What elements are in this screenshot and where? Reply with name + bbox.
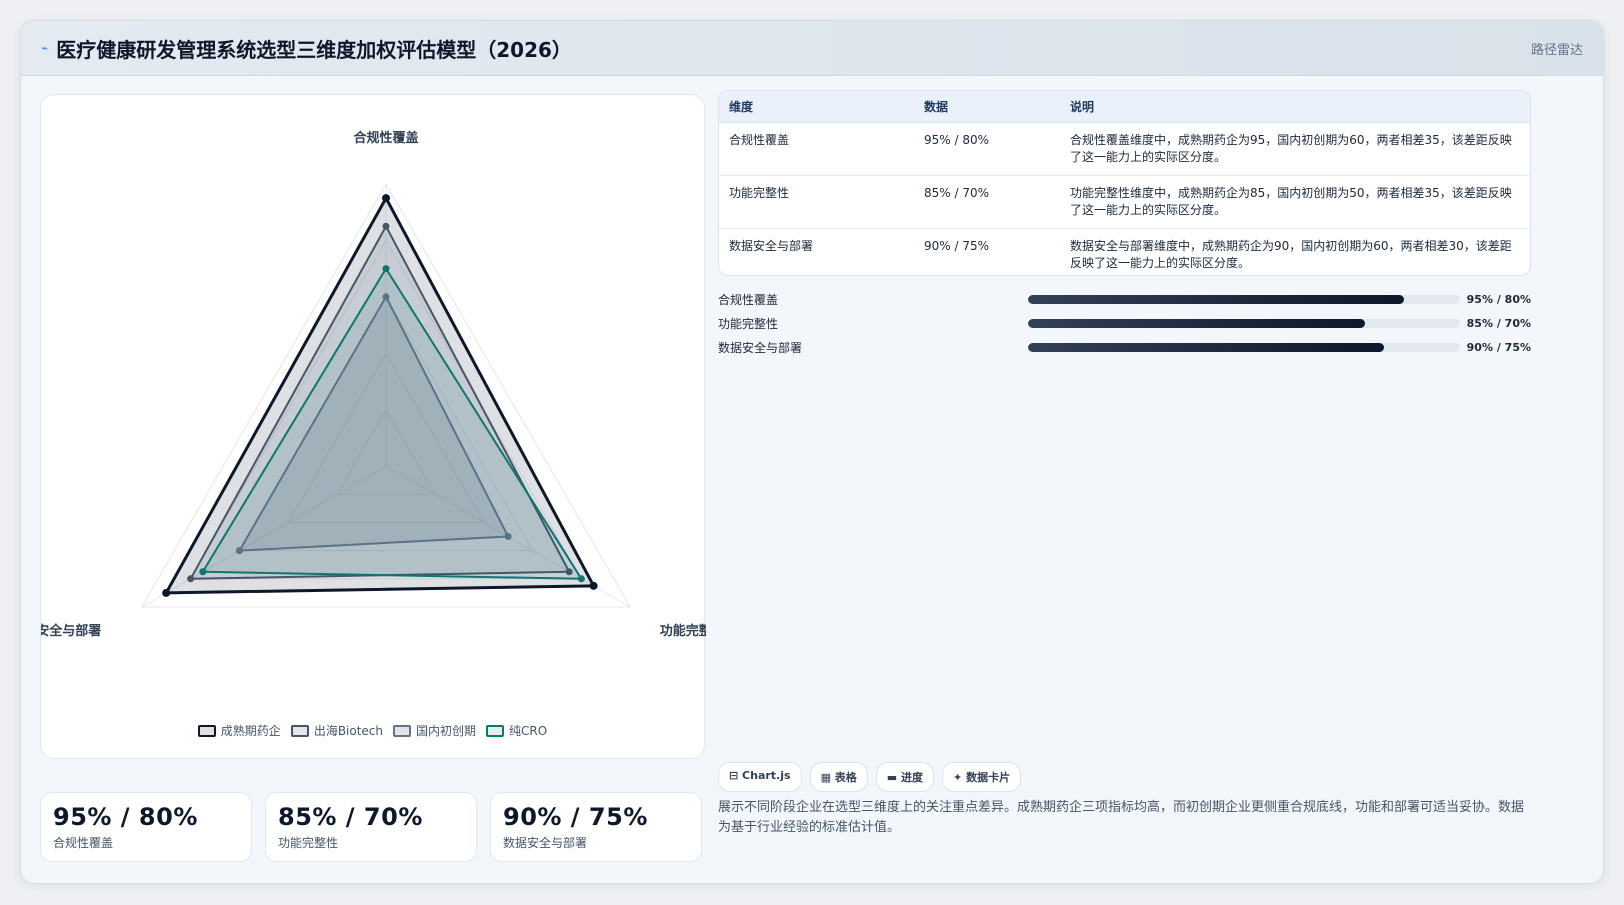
column-header: 说明 (1060, 91, 1530, 123)
table-cell: 功能完整性维度中，成熟期药企为85，国内初创期为50，两者相差35，该差距反映了… (1060, 175, 1530, 229)
radar-axis-label: 功能完整性 (660, 623, 706, 639)
progress-fill (1028, 294, 1404, 304)
progress-label: 合规性覆盖 (718, 292, 779, 307)
legend-label: 国内初创期 (416, 724, 477, 738)
progress-row: 数据安全与部署 90% / 75% (718, 335, 1531, 359)
logo-icon: ⌁ (41, 41, 49, 55)
kpi-card-function: 85% / 70% 功能完整性 (265, 792, 477, 862)
chip-table[interactable]: ▦ 表格 (809, 762, 868, 792)
legend-item[interactable]: 成熟期药企 (197, 722, 281, 739)
page-title: 医疗健康研发管理系统选型三维度加权评估模型（2026） (56, 37, 572, 62)
kpi-card-compliance: 95% / 80% 合规性覆盖 (40, 792, 252, 862)
radar-chart-card: 合规性覆盖功能完整性 数据安全与部署 成熟期药企 出海Biotech 国内初创期 纯CR… (40, 94, 706, 759)
radar-point (589, 581, 598, 590)
progress-label: 数据安全与部署 (718, 340, 803, 355)
progress-value: 90% / 75% (1466, 340, 1531, 354)
radar-axis-label: 合规性覆盖 (353, 130, 418, 146)
table-cell: 功能完整性 (719, 175, 914, 229)
kpi-label: 合规性覆盖 (53, 836, 114, 850)
table-cell: 95% / 80% (914, 122, 1060, 176)
table-cell: 数据安全与部署 (729, 238, 814, 253)
chip-data-cards[interactable]: ✦ 数据卡片 (942, 762, 1022, 792)
progress-bars: 合规性覆盖 95% / 80% 功能完整性 85% / 70% 数据安全与部署 … (718, 287, 1531, 359)
table-cell: 合规性覆盖 (719, 122, 914, 176)
legend-label: 成熟期药企 (220, 724, 281, 738)
table-row: 合规性覆盖 95% / 80% 合规性覆盖维度中，成熟期药企为95，国内初创期为… (719, 122, 1530, 176)
progress-value: 95% / 80% (1466, 292, 1531, 306)
progress-value: 85% / 70% (1466, 316, 1531, 330)
progress-track (1028, 342, 1460, 352)
progress-track (1028, 318, 1460, 328)
legend-swatch (393, 724, 412, 737)
data-table: 维度 数据 说明 合规性覆盖 95% / 80% 合规性覆盖维度中，成熟期药企为… (718, 90, 1531, 276)
radar-point (162, 588, 171, 597)
radar-point (199, 568, 207, 576)
legend-item[interactable]: 国内初创期 (393, 722, 476, 739)
radar-axis-label: 数据安全与部署 (41, 623, 101, 639)
progress-row: 功能完整性 85% / 70% (718, 311, 1531, 335)
legend-item[interactable]: 纯CRO (486, 722, 547, 739)
legend-swatch (486, 724, 505, 737)
view-chips: ⊟ Chart.js ▦ 表格 ▬ 进度 ✦ 数据卡片 (718, 762, 1022, 792)
table-cell: 数据安全与部署维度中，成熟期药企为90，国内初创期为60，两者相差30，该差距反… (1070, 238, 1512, 270)
column-header: 维度 (719, 91, 914, 123)
progress-track (1028, 294, 1460, 304)
radar-point (382, 222, 390, 230)
chart-legend: 成熟期药企 出海Biotech 国内初创期 纯CRO (41, 722, 704, 739)
kpi-value: 95% / 80% (53, 803, 198, 831)
chart-description: 展示不同阶段企业在选型三维度上的关注重点差异。成熟期药企三项指标均高，而初创期企… (718, 800, 1525, 835)
progress-fill (1028, 342, 1385, 352)
chip-chartjs[interactable]: ⊟ Chart.js (718, 762, 802, 792)
column-header: 数据 (914, 91, 1060, 123)
legend-swatch (290, 724, 309, 737)
legend-label: 纯CRO (509, 724, 548, 738)
table-cell: 90% / 75% (924, 238, 990, 253)
app-window: ⌁ 医疗健康研发管理系统选型三维度加权评估模型（2026） 路径雷达 合规性覆盖… (20, 20, 1604, 884)
legend-label: 出海Biotech (313, 724, 384, 738)
radar-point (382, 265, 390, 273)
kpi-label: 功能完整性 (278, 836, 339, 850)
progress-row: 合规性覆盖 95% / 80% (718, 287, 1531, 311)
progress-label: 功能完整性 (718, 316, 779, 331)
progress-fill (1028, 318, 1365, 328)
radar-point (382, 194, 390, 203)
table-cell: 85% / 70% (914, 175, 1060, 229)
kpi-value: 90% / 75% (503, 803, 648, 831)
view-tag: 路径雷达 (1530, 42, 1583, 58)
header: ⌁ 医疗健康研发管理系统选型三维度加权评估模型（2026） 路径雷达 (21, 21, 1603, 76)
table-row: 数据安全与部署 90% / 75% 数据安全与部署维度中，成熟期药企为90，国内… (719, 228, 1530, 275)
chip-progress[interactable]: ▬ 进度 (875, 762, 935, 792)
table-row: 功能完整性 85% / 70% 功能完整性维度中，成熟期药企为85，国内初创期为… (719, 175, 1530, 229)
table-cell: 合规性覆盖维度中，成熟期药企为95，国内初创期为60，两者相差35，该差距反映了… (1060, 122, 1530, 176)
radar-chart: 合规性覆盖功能完整性 数据安全与部署 (41, 130, 706, 639)
table-header-row: 维度 数据 说明 (719, 91, 1530, 123)
radar-point (187, 575, 195, 583)
legend-item[interactable]: 出海Biotech (290, 722, 384, 739)
kpi-value: 85% / 70% (278, 803, 423, 831)
legend-swatch (197, 724, 216, 737)
kpi-card-security: 90% / 75% 数据安全与部署 (490, 792, 702, 862)
kpi-label: 数据安全与部署 (503, 836, 588, 850)
radar-point (577, 575, 585, 583)
